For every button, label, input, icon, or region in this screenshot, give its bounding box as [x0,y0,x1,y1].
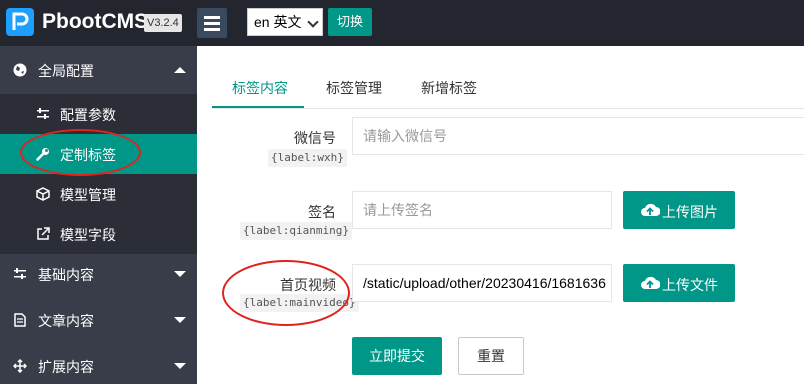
top-bar: PbootCMS V3.2.4 en 英文 切换 [0,0,804,46]
tab-tag-content[interactable]: 标签内容 [232,78,288,98]
sidebar-item-config-params[interactable]: 配置参数 [0,94,197,134]
field-tag-wechat: {label:wxh} [268,149,347,167]
sidebar-item-model-management[interactable]: 模型管理 [0,174,197,214]
cloud-upload-icon [641,276,660,289]
highlight-ellipse [20,129,141,176]
field-label-signature: 签名 [308,204,336,220]
external-link-icon [37,227,50,240]
language-select-value: en 英文 [254,14,302,30]
upload-file-label: 上传文件 [662,277,718,293]
version-badge: V3.2.4 [144,14,182,32]
logo-icon [6,8,34,36]
hamburger-icon [204,16,220,19]
logo-text: PbootCMS [42,10,149,33]
menu-toggle-button[interactable] [197,8,227,38]
switch-language-button[interactable]: 切换 [328,8,372,36]
sidebar-group-article-content[interactable]: 文章内容 [0,296,197,344]
home-video-input[interactable]: /static/upload/other/20230416/1681636 [352,264,612,302]
sliders-icon [37,108,49,119]
cube-icon [36,187,50,201]
sidebar-group-global-config[interactable]: 全局配置 [0,46,197,94]
language-select[interactable]: en 英文 [247,8,323,36]
signature-input[interactable]: 请上传签名 [352,191,612,229]
upload-image-label: 上传图片 [662,204,718,220]
sidebar-group-label: 文章内容 [38,313,94,329]
upload-image-button[interactable]: 上传图片 [623,191,735,229]
sidebar-item-label: 模型字段 [60,227,116,243]
sidebar-item-model-fields[interactable]: 模型字段 [0,214,197,254]
highlight-ellipse [222,260,350,326]
wechat-input[interactable]: 请输入微信号 [352,117,804,155]
sidebar-item-label: 配置参数 [60,107,116,123]
sidebar-group-extended-content[interactable]: 扩展内容 [0,342,197,390]
sliders-icon [14,268,26,279]
tab-bar: 标签内容 标签管理 新增标签 [212,68,804,109]
cloud-upload-icon [641,203,660,216]
active-tab-indicator [212,106,304,108]
expand-arrows-icon [13,359,27,373]
document-icon [14,313,26,327]
field-label-wechat: 微信号 [294,130,336,146]
caret-down-icon [174,363,186,369]
caret-down-icon [174,317,186,323]
sidebar-group-label: 全局配置 [38,63,94,79]
sidebar: 全局配置 配置参数 定制标签 模型管理 模型字段 基础内容 文章内容 扩展内容 [0,46,197,384]
sidebar-group-label: 扩展内容 [38,359,94,375]
field-tag-signature: {label:qianming} [240,222,352,240]
globe-icon [13,63,27,77]
caret-down-icon [174,271,186,277]
chevron-down-icon [307,16,319,28]
submit-button[interactable]: 立即提交 [352,337,442,375]
sidebar-group-label: 基础内容 [38,267,94,283]
upload-file-button[interactable]: 上传文件 [623,264,735,302]
sidebar-group-basic-content[interactable]: 基础内容 [0,250,197,298]
tab-add-tag[interactable]: 新增标签 [421,78,477,98]
caret-up-icon [174,67,186,73]
reset-button[interactable]: 重置 [458,337,524,375]
tab-tag-management[interactable]: 标签管理 [326,78,382,98]
sidebar-item-label: 模型管理 [60,187,116,203]
